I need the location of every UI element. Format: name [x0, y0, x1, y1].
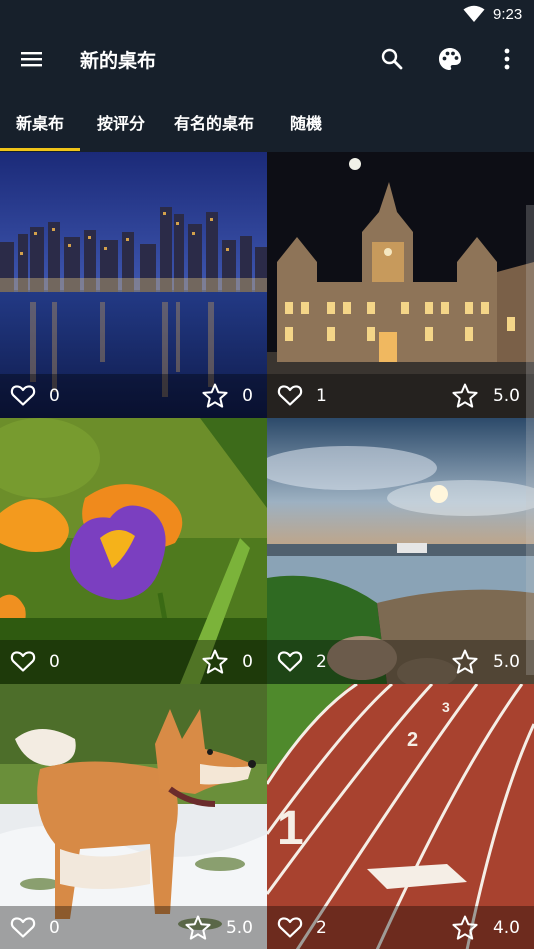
wallpaper-tile-harbor-sunset[interactable]: 2 5.0	[267, 418, 534, 684]
scrollbar[interactable]	[526, 205, 534, 675]
page-title: 新的桌布	[80, 50, 157, 72]
wallpaper-tile-city-skyline[interactable]: 0 0	[0, 152, 267, 418]
menu-icon[interactable]	[18, 47, 46, 71]
rating-value: 0	[242, 652, 253, 672]
favorite-icon[interactable]	[10, 649, 36, 673]
wallpaper-tile-palace-night[interactable]: 1 5.0	[267, 152, 534, 418]
star-icon[interactable]	[201, 648, 229, 675]
more-options-icon[interactable]	[491, 43, 523, 75]
wallpaper-grid: 0 0 1 5.0 0 0 2 5.0 0 5.0 2 3 1 2 4.0	[0, 152, 534, 949]
status-bar: 9:23	[0, 0, 534, 30]
rating-value: 5.0	[492, 386, 520, 406]
rating-value: 5.0	[492, 652, 520, 672]
favorite-count: 0	[49, 918, 60, 938]
star-icon[interactable]	[184, 914, 212, 941]
wallpaper-tile-shiba-dog[interactable]: 0 5.0	[0, 684, 267, 949]
favorite-icon[interactable]	[10, 915, 36, 939]
tab-new-wallpapers[interactable]: 新桌布	[16, 110, 64, 134]
app-bar: 新的桌布	[0, 30, 534, 88]
wallpaper-tile-purple-crocus[interactable]: 0 0	[0, 418, 267, 684]
star-icon[interactable]	[201, 382, 229, 409]
favorite-count: 1	[316, 386, 327, 406]
favorite-count: 2	[316, 918, 327, 938]
tab-famous-wallpapers[interactable]: 有名的桌布	[174, 110, 254, 134]
svg-text:3: 3	[442, 699, 450, 715]
star-icon[interactable]	[451, 914, 479, 941]
rating-value: 5.0	[225, 918, 253, 938]
rating-value: 4.0	[492, 918, 520, 938]
svg-text:2: 2	[407, 729, 418, 751]
status-time: 9:23	[493, 6, 523, 23]
star-icon[interactable]	[451, 382, 479, 409]
tab-indicator	[0, 148, 80, 151]
star-icon[interactable]	[451, 648, 479, 675]
tab-by-rating[interactable]: 按评分	[97, 110, 145, 134]
favorite-icon[interactable]	[10, 383, 36, 407]
favorite-count: 0	[49, 386, 60, 406]
search-icon[interactable]	[376, 43, 408, 75]
rating-value: 0	[242, 386, 253, 406]
wifi-icon	[463, 5, 485, 22]
svg-text:1: 1	[277, 802, 304, 855]
favorite-icon[interactable]	[277, 915, 303, 939]
favorite-icon[interactable]	[277, 383, 303, 407]
palette-icon[interactable]	[434, 43, 466, 75]
wallpaper-tile-running-track[interactable]: 2 3 1 2 4.0	[267, 684, 534, 949]
tab-bar: 新桌布 按评分 有名的桌布 随機	[0, 88, 534, 152]
favorite-count: 2	[316, 652, 327, 672]
tab-random[interactable]: 随機	[290, 110, 322, 134]
favorite-icon[interactable]	[277, 649, 303, 673]
favorite-count: 0	[49, 652, 60, 672]
